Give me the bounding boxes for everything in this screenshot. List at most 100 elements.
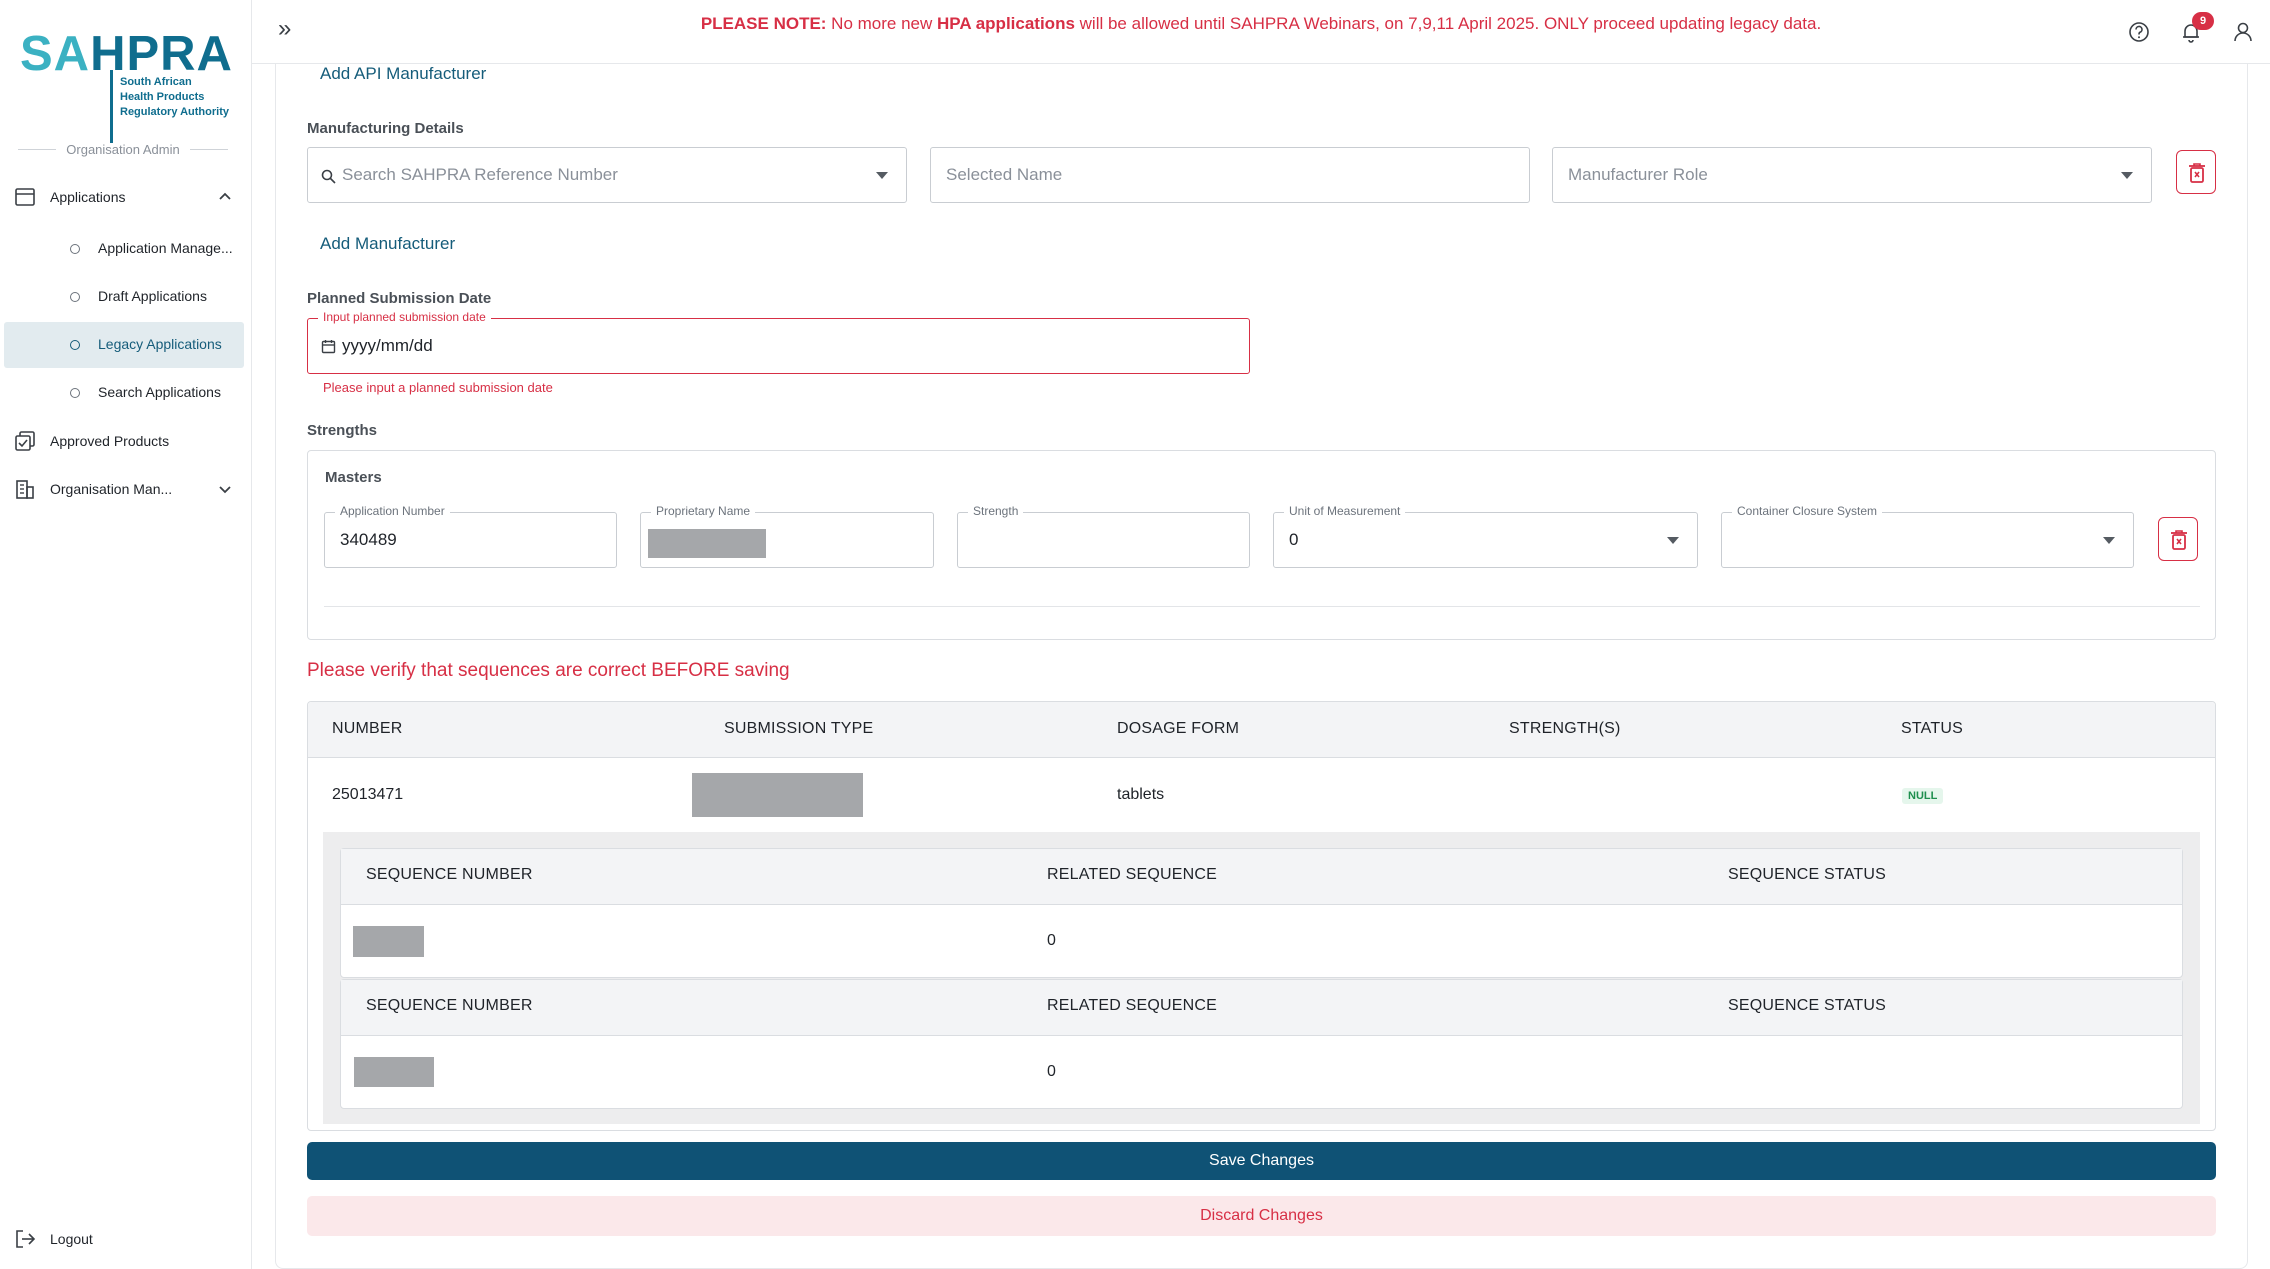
save-changes-button[interactable]: Save Changes [307,1142,2216,1180]
sahpra-logo: SAHPRA South African Health Products Reg… [20,27,232,143]
sahpra-reference-search[interactable]: Search SAHPRA Reference Number [307,147,907,203]
planned-date-placeholder: yyyy/mm/dd [342,336,433,355]
sidebar-item-draft-applications[interactable]: Draft Applications [4,274,244,320]
col-sequence-status: SEQUENCE STATUS [1728,997,1886,1014]
redacted-proprietary-name [648,529,766,558]
col-sequence-status: SEQUENCE STATUS [1728,866,1886,883]
col-dosage-form: DOSAGE FORM [1117,720,1240,737]
sidebar-label-approved-products: Approved Products [50,433,170,449]
unit-value: 0 [1289,530,1299,549]
user-profile-icon[interactable] [2230,19,2256,45]
related-sequence-value: 0 [1047,1063,1056,1080]
applications-icon [15,188,35,206]
role-label: Organisation Admin [66,141,180,157]
strengths-divider [324,606,2200,607]
caret-down-icon [2103,537,2115,544]
topbar: » PLEASE NOTE: No more new HPA applicati… [252,0,2270,64]
status-badge: NULL [1902,788,1944,804]
bullet-icon [70,340,80,350]
notifications-icon[interactable]: 9 [2178,12,2214,45]
delete-strength-button[interactable] [2158,517,2198,561]
verify-sequences-warning: Please verify that sequences are correct… [307,660,790,681]
notice-text-2: will be allowed until SAHPRA Webinars, o… [1074,14,1822,33]
col-status: STATUS [1901,720,1963,737]
strengths-title: Strengths [307,422,378,439]
sequence-header-1 [341,849,2182,905]
notice-bold: HPA applications [937,14,1075,33]
row-number: 25013471 [332,786,404,803]
sidebar-label: Draft Applications [98,288,207,304]
add-manufacturer-link[interactable]: Add Manufacturer [320,234,455,254]
logo-line-2: Health Products [120,91,205,103]
row-dosage-form: tablets [1117,786,1165,803]
sidebar-label: Application Manage... [98,240,233,256]
proprietary-name-field[interactable]: Proprietary Name [640,504,934,568]
unit-of-measurement-select[interactable]: Unit of Measurement 0 [1273,504,1698,568]
col-submission-type: SUBMISSION TYPE [724,720,874,737]
sidebar-label-organisation: Organisation Man... [50,481,173,497]
search-ref-placeholder: Search SAHPRA Reference Number [342,165,618,184]
strength-field[interactable]: Strength [957,504,1250,568]
col-related-sequence: RELATED SEQUENCE [1047,866,1218,883]
sidebar-label: Search Applications [98,384,221,400]
add-api-manufacturer-link[interactable]: Add API Manufacturer [320,64,486,84]
masters-title: Masters [325,469,382,486]
proprietary-name-label: Proprietary Name [651,504,756,518]
planned-submission-date-input[interactable]: Input planned submission date yyyy/mm/dd [307,310,1250,374]
manufacturer-role-placeholder: Manufacturer Role [1568,165,1708,184]
discard-changes-button[interactable]: Discard Changes [307,1196,2216,1236]
logo-line-1: South African [120,76,192,88]
notification-count-badge: 9 [2192,12,2214,30]
delete-manufacturer-button[interactable] [2176,150,2216,194]
selected-name-placeholder: Selected Name [946,165,1063,184]
notice-prefix: PLEASE NOTE: [700,14,827,33]
calendar-icon [321,340,336,354]
caret-down-icon [2121,172,2133,179]
selected-name-field[interactable]: Selected Name [930,147,1530,203]
sidebar-item-organisation-management[interactable]: Organisation Man... [4,466,244,512]
redacted-submission-type [692,773,863,817]
logo-sa: SA [20,27,91,81]
col-related-sequence: RELATED SEQUENCE [1047,997,1218,1014]
caret-down-icon [1667,537,1679,544]
sidebar-item-search-applications[interactable]: Search Applications [4,370,244,416]
unit-label: Unit of Measurement [1284,504,1406,518]
trash-icon [2189,163,2205,183]
container-closure-select[interactable]: Container Closure System [1721,504,2134,568]
application-number-label: Application Number [335,504,450,518]
sidebar-item-approved-products[interactable]: Approved Products [4,418,244,464]
trash-icon [2171,530,2187,550]
sidebar-item-application-management[interactable]: Application Manage... [4,226,244,272]
sidebar-label-applications: Applications [50,189,126,205]
manufacturer-role-select[interactable]: Manufacturer Role [1552,147,2152,203]
role-divider: Organisation Admin [18,140,229,158]
chevron-up-icon [219,192,231,200]
sidebar-item-applications[interactable]: Applications [4,174,244,220]
container-label: Container Closure System [1732,504,1883,518]
bullet-icon [70,292,80,302]
help-icon[interactable] [2126,19,2152,45]
application-number-value: 340489 [340,530,397,549]
topbar-icons: 9 [2126,12,2256,46]
planned-date-label: Input planned submission date [318,310,491,324]
notice-text-1: No more new [826,14,937,33]
sidebar-label: Legacy Applications [98,336,222,352]
strength-label: Strength [968,504,1024,518]
bullet-icon [70,244,80,254]
related-sequence-value: 0 [1047,932,1056,949]
search-icon [321,169,336,184]
redacted-sequence-number [354,1057,434,1087]
planned-submission-date-title: Planned Submission Date [307,290,492,307]
col-strengths: STRENGTH(S) [1509,720,1621,737]
caret-down-icon [876,172,888,179]
building-icon [16,480,34,499]
col-sequence-number: SEQUENCE NUMBER [366,997,533,1014]
redacted-sequence-number [353,926,424,957]
application-number-field[interactable]: Application Number 340489 [324,504,617,568]
manufacturing-details-title: Manufacturing Details [307,120,464,137]
notice-banner: PLEASE NOTE: No more new HPA application… [252,14,2270,34]
sidebar-item-legacy-applications[interactable]: Legacy Applications [4,322,244,368]
sidebar-item-logout[interactable]: Logout [4,1216,244,1262]
chevron-down-icon [219,486,231,494]
sequence-header-2 [341,980,2182,1036]
